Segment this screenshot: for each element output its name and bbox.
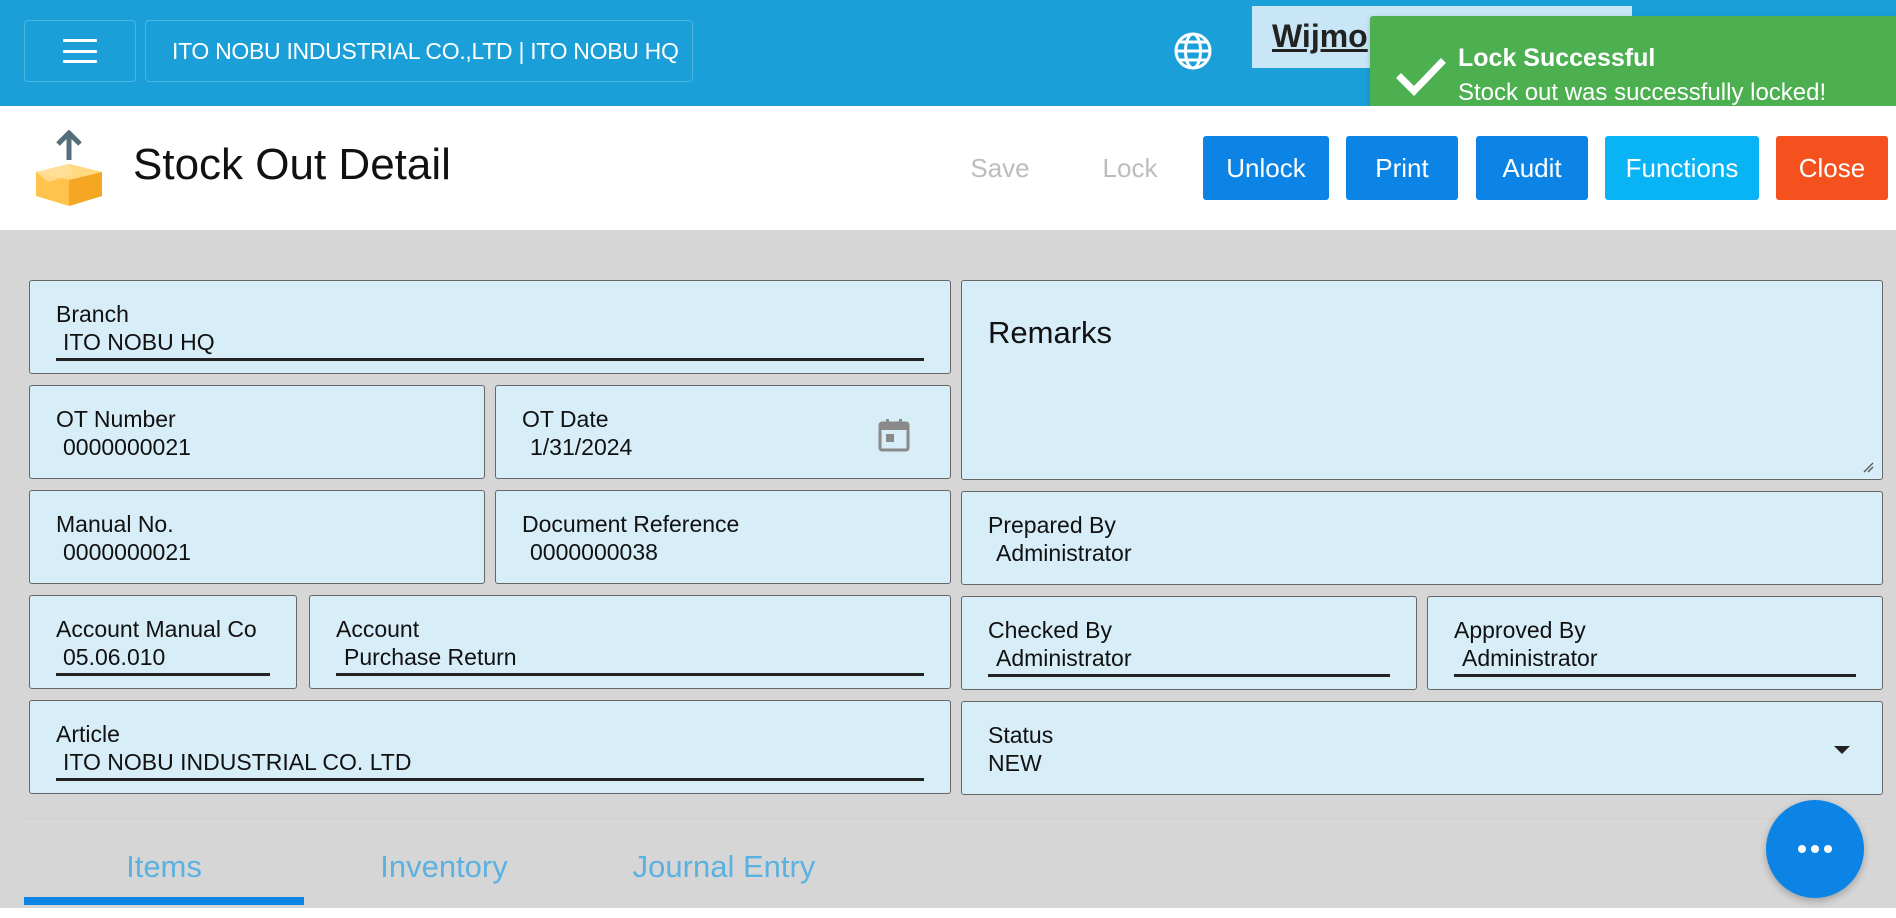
prepared-by-field[interactable]: Prepared By Administrator [961,491,1883,585]
calendar-icon[interactable] [878,418,910,452]
account-label: Account [336,616,420,642]
wijmo-overlay-text: Wijmo [1272,18,1368,54]
account-manual-code-label: Account Manual Co [56,616,257,642]
account-manual-code-field[interactable]: Account Manual Co 05.06.010 [29,595,297,689]
tab-journal-entry[interactable]: Journal Entry [584,849,864,885]
ot-date-label: OT Date [522,406,609,432]
company-branch-label: ITO NOBU INDUSTRIAL CO.,LTD | ITO NOBU H… [172,37,679,64]
status-label: Status [988,722,1054,748]
checked-by-label: Checked By [988,617,1113,643]
status-select[interactable]: Status NEW [961,701,1883,795]
audit-button[interactable]: Audit [1476,136,1588,200]
article-field[interactable]: Article ITO NOBU INDUSTRIAL CO. LTD [29,700,951,794]
prepared-by-value: Administrator [996,540,1132,566]
resize-grip-icon[interactable] [1862,461,1874,473]
functions-button[interactable]: Functions [1605,136,1759,200]
approved-by-underline [1454,674,1856,677]
print-button[interactable]: Print [1346,136,1458,200]
menu-button[interactable] [24,20,136,82]
ot-number-field[interactable]: OT Number 0000000021 [29,385,485,479]
close-button[interactable]: Close [1776,136,1888,200]
more-actions-fab[interactable] [1766,800,1864,898]
checked-by-field[interactable]: Checked By Administrator [961,596,1417,690]
branch-label: Branch [56,301,129,327]
company-branch-selector[interactable]: ITO NOBU INDUSTRIAL CO.,LTD | ITO NOBU H… [145,20,693,82]
branch-field[interactable]: Branch ITO NOBU HQ [29,280,951,374]
account-manual-code-underline [56,673,270,676]
manual-no-field[interactable]: Manual No. 0000000021 [29,490,485,584]
save-button[interactable]: Save [940,136,1060,200]
bottom-strip [0,908,1896,918]
article-label: Article [56,721,120,747]
ot-number-value: 0000000021 [63,434,191,460]
active-tab-indicator [24,897,304,905]
document-reference-value: 0000000038 [530,539,658,565]
checked-by-value: Administrator [996,645,1132,671]
detail-tabs: Items Inventory Journal Entry [24,818,1874,905]
toast-title: Lock Successful [1458,44,1656,72]
checked-by-underline [988,674,1390,677]
document-reference-label: Document Reference [522,511,740,537]
status-value: NEW [988,750,1042,776]
article-value: ITO NOBU INDUSTRIAL CO. LTD [63,749,412,775]
more-horizontal-icon [1798,845,1832,853]
account-manual-code-value: 05.06.010 [63,644,166,670]
form-area: Branch ITO NOBU HQ Remarks OT Number 000… [0,230,1896,908]
approved-by-value: Administrator [1462,645,1598,671]
tab-inventory[interactable]: Inventory [304,849,584,885]
article-underline [56,778,924,781]
tab-items[interactable]: Items [24,849,304,885]
lock-button[interactable]: Lock [1070,136,1190,200]
toast-message: Stock out was successfully locked! [1458,79,1827,106]
remarks-field[interactable]: Remarks [961,280,1883,480]
remarks-label: Remarks [988,315,1113,350]
account-underline [336,673,924,676]
document-reference-field[interactable]: Document Reference 0000000038 [495,490,951,584]
hamburger-menu-icon [63,39,97,63]
account-value: Purchase Return [344,644,517,670]
approved-by-field[interactable]: Approved By Administrator [1427,596,1883,690]
ot-number-label: OT Number [56,406,176,432]
manual-no-label: Manual No. [56,511,174,537]
prepared-by-label: Prepared By [988,512,1116,538]
checkmark-icon [1396,58,1446,96]
manual-no-value: 0000000021 [63,539,191,565]
chevron-down-icon[interactable] [1834,746,1850,754]
ot-date-value: 1/31/2024 [530,434,633,460]
unlock-button[interactable]: Unlock [1203,136,1329,200]
ot-date-field[interactable]: OT Date 1/31/2024 [495,385,951,479]
branch-underline [56,358,924,361]
stock-out-box-icon [36,130,102,206]
approved-by-label: Approved By [1454,617,1586,643]
branch-value: ITO NOBU HQ [63,329,215,355]
page-header: Stock Out Detail Save Lock Unlock Print … [0,106,1896,230]
account-field[interactable]: Account Purchase Return [309,595,951,689]
globe-icon[interactable] [1172,30,1214,72]
page-title: Stock Out Detail [133,140,451,189]
